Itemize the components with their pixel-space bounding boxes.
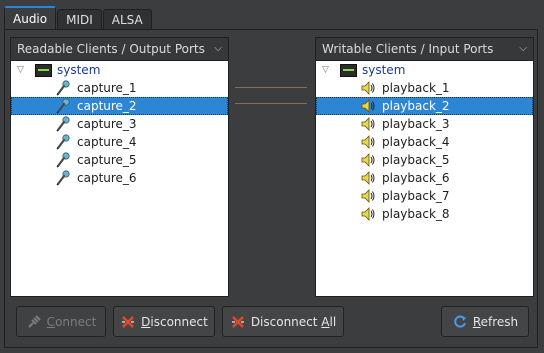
client-row-system[interactable]: ▽ system	[11, 61, 228, 79]
speaker-icon	[360, 188, 376, 204]
port-row[interactable]: capture_4	[11, 133, 228, 151]
microphone-icon	[55, 98, 71, 114]
tab-midi[interactable]: MIDI	[57, 9, 102, 30]
speaker-icon	[360, 206, 376, 222]
port-name: capture_1	[77, 81, 137, 95]
port-row[interactable]: playback_7	[316, 187, 533, 205]
port-name: playback_7	[382, 189, 450, 203]
port-row[interactable]: playback_1	[316, 79, 533, 97]
connection-line	[235, 87, 307, 88]
refresh-button-label: Refresh	[472, 314, 519, 329]
port-row[interactable]: capture_6	[11, 169, 228, 187]
chevron-down-icon[interactable]: ⌵	[519, 38, 527, 60]
expander-icon[interactable]: ▽	[322, 61, 329, 79]
readable-clients-header[interactable]: Readable Clients / Output Ports ⌵	[10, 37, 229, 61]
port-row[interactable]: playback_2	[316, 97, 533, 115]
port-name: capture_6	[77, 171, 137, 185]
speaker-icon	[360, 134, 376, 150]
expander-icon[interactable]: ▽	[17, 61, 24, 79]
port-name: capture_2	[77, 99, 137, 113]
port-name: playback_3	[382, 117, 450, 131]
refresh-button[interactable]: Refresh	[441, 306, 529, 337]
microphone-icon	[55, 134, 71, 150]
disconnect-button-label: Disconnect	[141, 314, 208, 329]
plug-icon	[27, 314, 41, 328]
port-row[interactable]: capture_1	[11, 79, 228, 97]
writable-clients-panel: Writable Clients / Input Ports ⌵ ▽ syste…	[315, 37, 534, 297]
disconnect-icon	[122, 315, 135, 328]
disconnect-all-button-label: Disconnect All	[250, 314, 337, 329]
port-name: playback_6	[382, 171, 450, 185]
refresh-icon	[454, 315, 466, 327]
connect-button[interactable]: Connect	[16, 306, 106, 337]
client-row-system[interactable]: ▽ system	[316, 61, 533, 79]
port-name: capture_3	[77, 117, 137, 131]
readable-clients-list[interactable]: ▽ system capture_1 capture_2 capture_3capt…	[10, 61, 229, 297]
port-row[interactable]: playback_5	[316, 151, 533, 169]
speaker-icon	[360, 116, 376, 132]
port-row[interactable]: playback_8	[316, 205, 533, 223]
port-name: capture_5	[77, 153, 137, 167]
connect-button-label: Connect	[46, 314, 97, 329]
port-name: playback_5	[382, 153, 450, 167]
port-name: playback_1	[382, 81, 450, 95]
connection-line	[235, 103, 307, 104]
readable-clients-header-label: Readable Clients / Output Ports	[17, 42, 205, 56]
disconnect-all-icon	[231, 315, 244, 328]
port-row[interactable]: capture_2	[11, 97, 228, 115]
disconnect-button[interactable]: Disconnect	[113, 306, 215, 337]
chevron-down-icon[interactable]: ⌵	[214, 38, 222, 60]
port-name: playback_2	[382, 99, 450, 113]
port-name: playback_4	[382, 135, 450, 149]
microphone-icon	[55, 116, 71, 132]
speaker-icon	[360, 98, 376, 114]
disconnect-all-button[interactable]: Disconnect All	[222, 306, 344, 337]
tab-alsa[interactable]: ALSA	[102, 9, 152, 30]
writable-clients-list[interactable]: ▽ system playback_1 playback_2 playback_3p…	[315, 61, 534, 297]
tab-bar: Audio MIDI ALSA	[4, 6, 153, 31]
port-row[interactable]: capture_3	[11, 115, 228, 133]
system-client-icon	[35, 64, 52, 77]
microphone-icon	[55, 80, 71, 96]
speaker-icon	[360, 80, 376, 96]
microphone-icon	[55, 170, 71, 186]
client-name: system	[57, 63, 101, 77]
client-name: system	[362, 63, 406, 77]
tab-audio[interactable]: Audio	[4, 6, 57, 31]
port-row[interactable]: playback_6	[316, 169, 533, 187]
port-row[interactable]: playback_3	[316, 115, 533, 133]
microphone-icon	[55, 152, 71, 168]
system-client-icon	[340, 64, 357, 77]
writable-clients-header-label: Writable Clients / Input Ports	[322, 42, 494, 56]
port-name: capture_4	[77, 135, 137, 149]
speaker-icon	[360, 152, 376, 168]
port-row[interactable]: playback_4	[316, 133, 533, 151]
speaker-icon	[360, 170, 376, 186]
port-name: playback_8	[382, 207, 450, 221]
port-row[interactable]: capture_5	[11, 151, 228, 169]
writable-clients-header[interactable]: Writable Clients / Input Ports ⌵	[315, 37, 534, 61]
readable-clients-panel: Readable Clients / Output Ports ⌵ ▽ syst…	[10, 37, 229, 297]
